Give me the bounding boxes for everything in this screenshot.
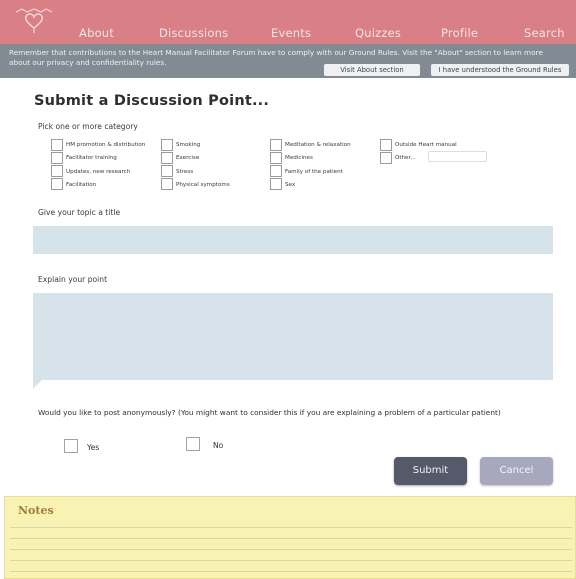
notes-title: Notes <box>18 504 54 517</box>
category-checkbox-updates[interactable] <box>51 165 63 177</box>
category-label-exercise: Exercise <box>176 155 200 161</box>
category-label-updates: Updates, new research <box>66 169 131 175</box>
anonymous-question: Would you like to post anonymously? (You… <box>38 408 501 417</box>
category-checkbox-sex[interactable] <box>270 178 282 190</box>
category-label-outside-heart-manual: Outside Heart manual <box>395 142 457 148</box>
category-label-sex: Sex <box>285 182 296 188</box>
anonymous-no-label: No <box>213 441 224 450</box>
anonymous-no-checkbox[interactable] <box>186 437 200 451</box>
nav-about[interactable]: About <box>79 26 114 40</box>
explain-point-label: Explain your point <box>38 275 108 284</box>
category-checkbox-other[interactable] <box>380 152 392 164</box>
category-checkbox-facilitation[interactable] <box>51 178 63 190</box>
category-checkbox-stress[interactable] <box>161 165 173 177</box>
topic-title-input[interactable] <box>33 226 553 254</box>
notes-line <box>10 527 572 528</box>
notes-line <box>10 560 572 561</box>
category-label-meditation: Meditation & relaxation <box>285 142 351 148</box>
category-checkbox-hm-promotion[interactable] <box>51 139 63 151</box>
explain-point-textarea[interactable] <box>33 293 553 380</box>
category-label-other: Other... <box>395 155 416 161</box>
category-label-smoking: Smoking <box>176 142 201 148</box>
submit-button[interactable]: Submit <box>394 457 467 485</box>
category-checkbox-exercise[interactable] <box>161 152 173 164</box>
category-checkbox-family[interactable] <box>270 165 282 177</box>
nav-search[interactable]: Search <box>524 26 565 40</box>
visit-about-button[interactable]: Visit About section <box>324 64 420 76</box>
nav-discussions[interactable]: Discussions <box>159 26 228 40</box>
category-label-stress: Stress <box>176 169 194 175</box>
category-label-facilitator-training: Facilitator training <box>66 155 117 161</box>
understood-rules-button[interactable]: I have understood the Ground Rules <box>431 64 569 76</box>
category-label-family: Family of the patient <box>285 169 343 175</box>
page-title: Submit a Discussion Point... <box>34 93 270 109</box>
category-label-medicines: Medicines <box>285 155 313 161</box>
notes-line <box>10 549 572 550</box>
category-checkbox-smoking[interactable] <box>161 139 173 151</box>
category-checkbox-meditation[interactable] <box>270 139 282 151</box>
other-category-input[interactable] <box>428 151 487 162</box>
category-label-facilitation: Facilitation <box>66 182 97 188</box>
anonymous-yes-label: Yes <box>87 443 100 452</box>
heart-logo-icon[interactable] <box>14 6 54 36</box>
nav-quizzes[interactable]: Quizzes <box>355 26 401 40</box>
category-checkbox-physical-symptoms[interactable] <box>161 178 173 190</box>
speech-bubble-tail <box>33 380 42 389</box>
category-label: Pick one or more category <box>38 122 138 131</box>
nav-profile[interactable]: Profile <box>441 26 478 40</box>
category-checkbox-outside-heart-manual[interactable] <box>380 139 392 151</box>
notes-line <box>10 571 572 572</box>
top-nav: About Discussions Events Quizzes Profile… <box>0 0 576 44</box>
anonymous-yes-checkbox[interactable] <box>64 439 78 453</box>
cancel-button[interactable]: Cancel <box>480 457 553 485</box>
category-checkbox-medicines[interactable] <box>270 152 282 164</box>
category-checkbox-facilitator-training[interactable] <box>51 152 63 164</box>
topic-title-label: Give your topic a title <box>38 208 121 217</box>
category-label-hm-promotion: HM promotion & distribution <box>66 142 146 148</box>
nav-events[interactable]: Events <box>271 26 311 40</box>
category-label-physical-symptoms: Physical symptoms <box>176 182 230 188</box>
notes-line <box>10 538 572 539</box>
